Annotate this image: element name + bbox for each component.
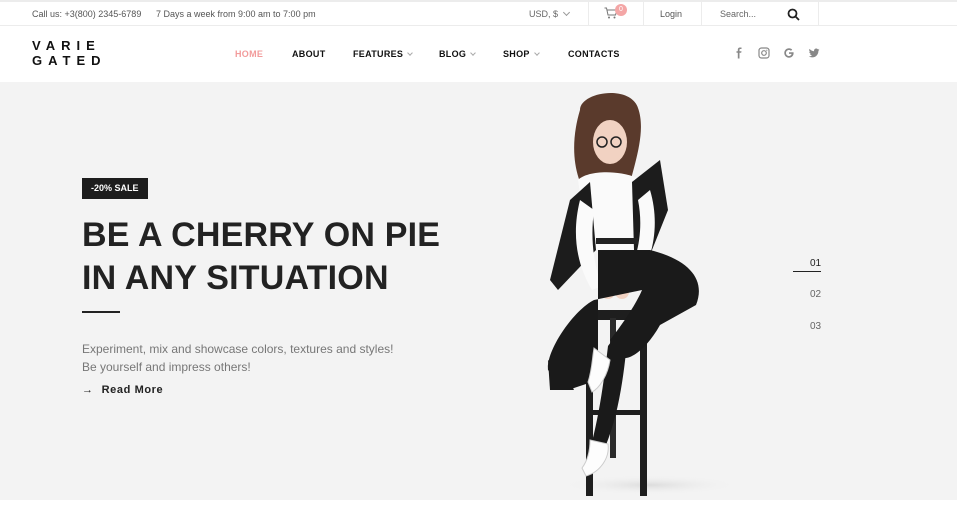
arrow-right-icon: → [82, 384, 94, 396]
read-more-link[interactable]: → Read More [82, 384, 163, 396]
nav-shop-label: SHOP [503, 49, 530, 59]
hero-slider: -20% SALE BE A CHERRY ON PIE IN ANY SITU… [0, 82, 957, 500]
nav-features[interactable]: FEATURES [353, 49, 414, 59]
nav-about[interactable]: ABOUT [292, 49, 326, 59]
divider [701, 2, 702, 27]
cart-count-badge: 0 [615, 4, 627, 16]
login-link[interactable]: Login [660, 9, 682, 19]
hero-model-image [547, 93, 740, 496]
currency-label: USD, $ [529, 9, 559, 19]
search-input[interactable]: Search... [720, 9, 756, 19]
hero-title-line: IN ANY SITUATION [82, 259, 389, 297]
hours-text: 7 Days a week from 9:00 am to 7:00 pm [156, 9, 316, 19]
currency-select[interactable]: USD, $ [529, 8, 571, 19]
active-slide-indicator [793, 271, 821, 272]
hero-description: Experiment, mix and showcase colors, tex… [82, 340, 393, 376]
phone-text: Call us: +3(800) 2345-6789 [32, 9, 142, 19]
nav-blog-label: BLOG [439, 49, 467, 59]
slide-dot-3[interactable]: 03 [810, 321, 821, 332]
divider [643, 2, 644, 27]
chevron-down-icon [533, 50, 540, 56]
hero-title: BE A CHERRY ON PIE IN ANY SITUATION [82, 214, 440, 300]
nav-features-label: FEATURES [353, 49, 404, 59]
read-more-label: Read More [101, 384, 164, 396]
hero-description-line: Experiment, mix and showcase colors, tex… [82, 342, 394, 356]
title-underline [82, 311, 120, 313]
chevron-down-icon [470, 50, 477, 56]
nav-shop[interactable]: SHOP [503, 49, 540, 59]
slide-dot-2[interactable]: 02 [810, 289, 821, 300]
top-bar: Call us: +3(800) 2345-6789 7 Days a week… [0, 0, 957, 27]
main-header: VARIE GATED HOME ABOUT FEATURES BLOG SHO… [0, 26, 957, 82]
instagram-icon[interactable] [758, 47, 770, 59]
hero-description-line: Be yourself and impress others! [82, 360, 251, 374]
logo[interactable]: VARIE GATED [32, 38, 107, 68]
chevron-down-icon [407, 50, 414, 56]
logo-line: GATED [32, 53, 107, 68]
divider [818, 2, 819, 27]
twitter-icon[interactable] [808, 47, 820, 59]
nav-blog[interactable]: BLOG [439, 49, 477, 59]
nav-home[interactable]: HOME [235, 49, 263, 59]
chevron-down-icon [562, 8, 571, 17]
page-bottom-strip [0, 500, 957, 510]
search-icon[interactable] [787, 8, 800, 21]
facebook-icon[interactable] [733, 47, 745, 59]
logo-line: VARIE [32, 38, 101, 53]
hero-title-line: BE A CHERRY ON PIE [82, 216, 441, 254]
google-icon[interactable] [783, 47, 795, 59]
divider [588, 2, 589, 27]
nav-contacts[interactable]: CONTACTS [568, 49, 620, 59]
sale-badge: -20% SALE [82, 178, 148, 199]
slide-dot-1[interactable]: 01 [810, 258, 821, 269]
